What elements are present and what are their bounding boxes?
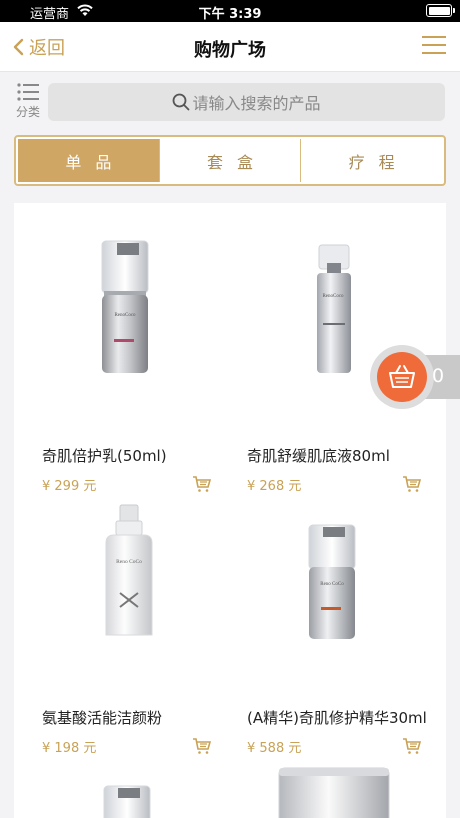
product-image-lotion[interactable]: RenoCoco (42, 233, 242, 413)
product-price: ¥ 198 元 (42, 741, 97, 756)
floating-cart-button[interactable] (377, 352, 427, 402)
product-image-cleansing-powder[interactable]: Reno CoCo (42, 495, 242, 675)
search-icon (173, 93, 190, 111)
product-image-essence-bottle[interactable]: Reno CoCo (247, 495, 447, 675)
product-image-partial[interactable] (42, 758, 242, 818)
basket-icon (389, 365, 415, 388)
status-bar: 运营商 下午 3:39 (0, 0, 460, 22)
add-to-cart-icon[interactable] (192, 475, 212, 493)
product-grid: RenoCoco 奇肌倍护乳(50ml) ¥ 299 元 RenoCoco 奇肌… (14, 203, 446, 818)
tab-box-set[interactable]: 套盒 (158, 139, 301, 182)
page-title: 购物广场 (194, 40, 266, 61)
add-to-cart-icon[interactable] (192, 737, 212, 755)
product-name: (A精华)奇肌修护精华30ml (247, 709, 427, 727)
list-icon (17, 83, 39, 101)
product-brand-text: RenoCoco (322, 294, 344, 299)
menu-icon[interactable] (422, 35, 448, 57)
product-name: 奇肌舒缓肌底液80ml (247, 447, 390, 465)
chevron-left-icon (13, 38, 24, 56)
add-to-cart-icon[interactable] (402, 737, 422, 755)
product-name: 奇肌倍护乳(50ml) (42, 447, 167, 465)
nav-bar: 返回 购物广场 (0, 22, 460, 72)
back-button[interactable]: 返回 (12, 34, 65, 60)
product-price: ¥ 588 元 (247, 741, 302, 756)
tab-course[interactable]: 疗程 (300, 139, 442, 182)
search-input[interactable]: 请输入搜索的产品 (48, 83, 445, 121)
product-price: ¥ 268 元 (247, 479, 302, 494)
search-placeholder: 请输入搜索的产品 (192, 94, 321, 113)
category-tabs: 单品 套盒 疗程 (14, 135, 446, 186)
category-label: 分类 (15, 105, 40, 119)
add-to-cart-icon[interactable] (402, 475, 422, 493)
product-price: ¥ 299 元 (42, 479, 97, 494)
product-brand-text: Reno CoCo (320, 582, 344, 587)
product-brand-text: RenoCoco (114, 313, 136, 318)
battery-icon (426, 4, 455, 17)
tab-single[interactable]: 单品 (18, 139, 159, 182)
category-button[interactable]: 分类 (12, 82, 44, 120)
clock: 下午 3:39 (198, 7, 262, 22)
product-image-jar-partial[interactable] (247, 758, 447, 818)
product-brand-text: Reno CoCo (116, 559, 142, 565)
cart-count: 0 (432, 365, 445, 387)
product-name: 氨基酸活能洁颜粉 (42, 709, 163, 727)
back-label: 返回 (29, 38, 65, 59)
